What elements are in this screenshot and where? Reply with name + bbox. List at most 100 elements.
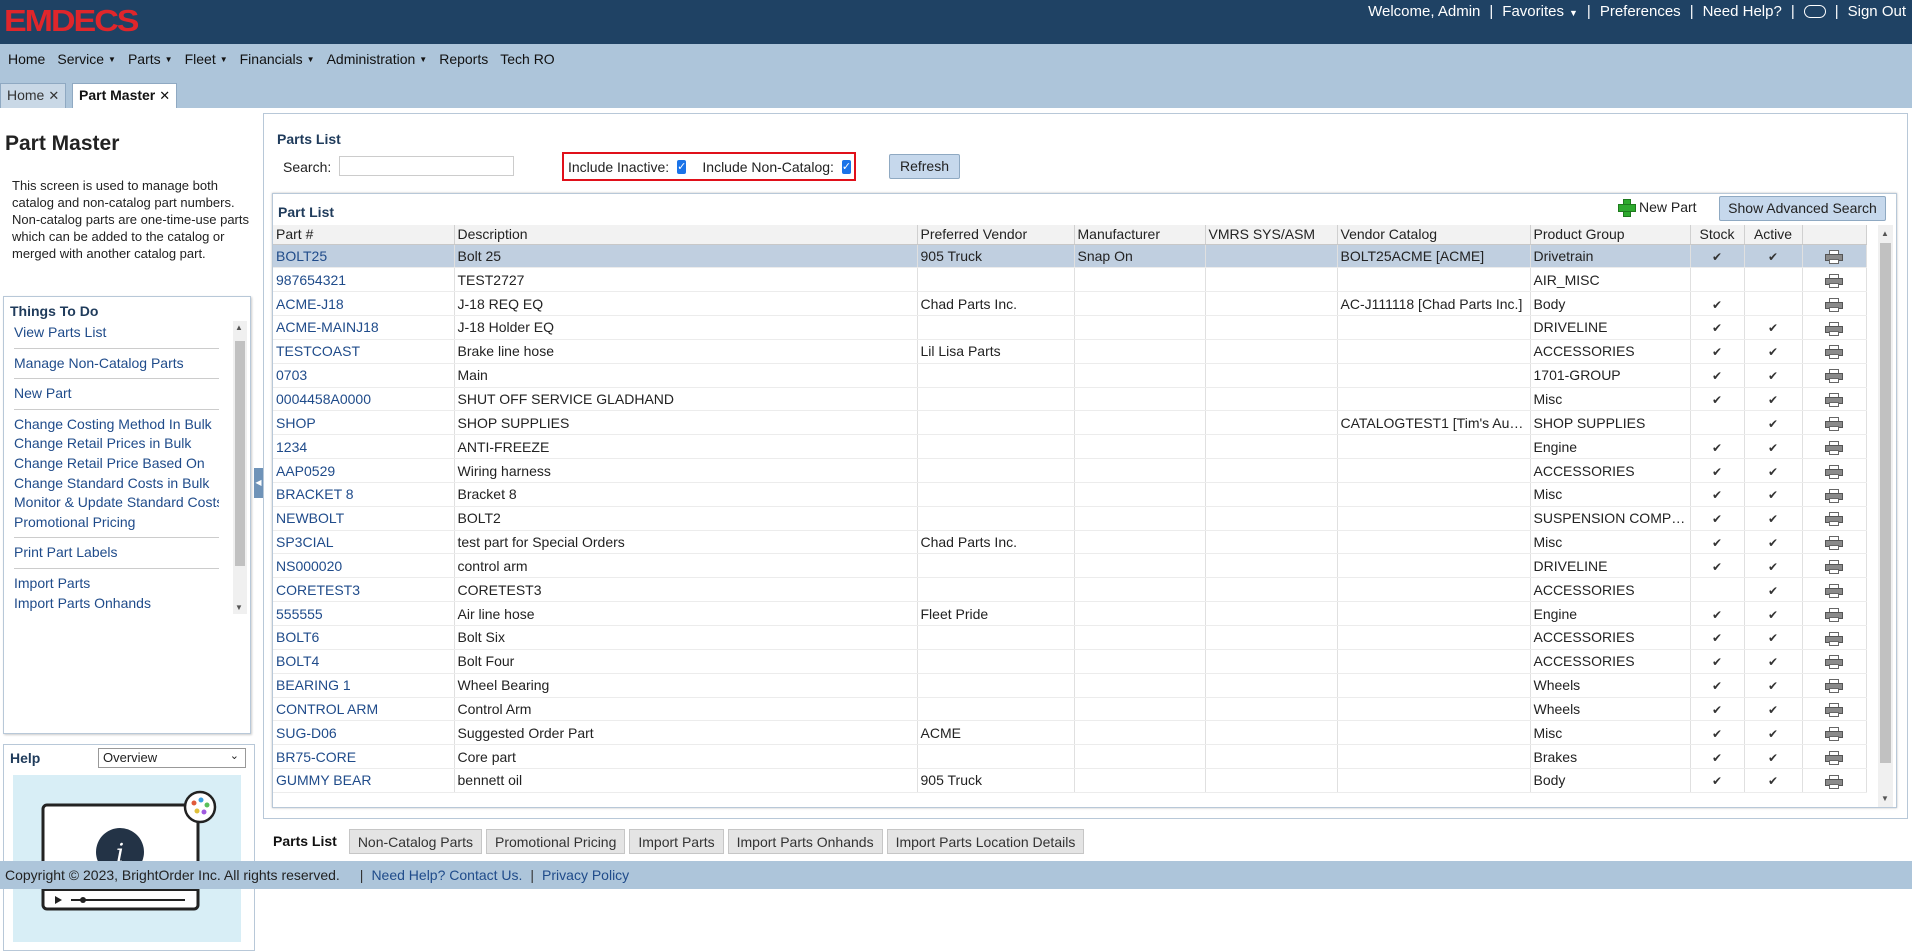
need-help-link[interactable]: Need Help? [1703, 3, 1782, 20]
table-row[interactable]: BEARING 1 Wheel Bearing Wheels ✔ ✔ [273, 673, 1867, 698]
scroll-down-icon[interactable]: ▼ [1881, 794, 1889, 803]
tab-promotional-pricing[interactable]: Promotional Pricing [485, 829, 626, 854]
printer-icon[interactable] [1825, 750, 1843, 765]
table-row[interactable]: CONTROL ARM Control Arm Wheels ✔ ✔ [273, 697, 1867, 722]
things-to-do-scrollbar[interactable]: ▲ ▼ [233, 321, 247, 614]
printer-icon[interactable] [1825, 273, 1843, 288]
part-number-link[interactable]: 0703 [273, 363, 455, 388]
table-row[interactable]: BOLT4 Bolt Four ACCESSORIES ✔ ✔ [273, 649, 1867, 674]
close-icon[interactable]: ✕ [48, 88, 59, 103]
scroll-thumb[interactable] [235, 341, 245, 566]
part-number-link[interactable]: BOLT25 [273, 244, 455, 269]
printer-icon[interactable] [1825, 560, 1843, 575]
task-link-import-parts-onhands[interactable]: Import Parts Onhands [14, 594, 219, 612]
scroll-up-icon[interactable]: ▲ [235, 323, 243, 332]
task-link-new-part[interactable]: New Part [14, 384, 219, 404]
preferences-link[interactable]: Preferences [1600, 3, 1681, 20]
contact-link[interactable]: Need Help? Contact Us. [371, 867, 522, 883]
grid-scrollbar[interactable]: ▲ ▼ [1878, 225, 1893, 807]
tab-parts-list[interactable]: Parts List [265, 829, 345, 854]
printer-icon[interactable] [1825, 464, 1843, 479]
column-header-part[interactable]: Part # [273, 225, 455, 245]
part-number-link[interactable]: GUMMY BEAR [273, 768, 455, 793]
scroll-up-icon[interactable]: ▲ [1881, 229, 1889, 238]
part-number-link[interactable]: CONTROL ARM [273, 697, 455, 722]
part-number-link[interactable]: NEWBOLT [273, 506, 455, 531]
sign-out-link[interactable]: Sign Out [1848, 3, 1906, 20]
menu-service[interactable]: Service ▼ [57, 51, 116, 67]
table-row[interactable]: CORETEST3 CORETEST3 ACCESSORIES ✔ [273, 577, 1867, 603]
printer-icon[interactable] [1825, 440, 1843, 455]
part-number-link[interactable]: AAP0529 [273, 458, 455, 483]
printer-icon[interactable] [1825, 345, 1843, 360]
column-header-print[interactable] [1802, 225, 1867, 245]
part-number-link[interactable]: 1234 [273, 434, 455, 460]
task-link-change-costing-method-in-bulk[interactable]: Change Costing Method In Bulk [14, 415, 219, 435]
menu-fleet[interactable]: Fleet ▼ [185, 51, 228, 67]
table-row[interactable]: BRACKET 8 Bracket 8 Misc ✔ ✔ [273, 482, 1867, 507]
part-number-link[interactable]: BEARING 1 [273, 673, 455, 698]
part-number-link[interactable]: SUG-D06 [273, 720, 455, 746]
show-advanced-search-button[interactable]: Show Advanced Search [1719, 196, 1886, 221]
close-icon[interactable]: ✕ [159, 88, 170, 103]
collapse-panel-handle[interactable]: ◀ [254, 468, 263, 498]
printer-icon[interactable] [1825, 726, 1843, 741]
refresh-button[interactable]: Refresh [889, 154, 960, 179]
part-number-link[interactable]: BR75-CORE [273, 744, 455, 770]
task-link-change-retail-prices-in-bulk[interactable]: Change Retail Prices in Bulk [14, 434, 219, 454]
search-input[interactable] [339, 156, 514, 176]
printer-icon[interactable] [1825, 703, 1843, 718]
favorites-menu[interactable]: Favorites ▼ [1502, 3, 1578, 20]
printer-icon[interactable] [1825, 512, 1843, 527]
printer-icon[interactable] [1825, 250, 1843, 265]
tab-non-catalog-parts[interactable]: Non-Catalog Parts [348, 829, 482, 854]
part-number-link[interactable]: ACME-J18 [273, 291, 455, 317]
menu-parts[interactable]: Parts ▼ [128, 51, 173, 67]
column-header-vmrs-sys-asm[interactable]: VMRS SYS/ASM [1205, 225, 1338, 245]
privacy-link[interactable]: Privacy Policy [542, 867, 629, 883]
table-row[interactable]: SHOP SHOP SUPPLIES CATALOGTEST1 [Tim's Aut… [273, 410, 1867, 436]
table-row[interactable]: ACME-J18 J-18 REQ EQ Chad Parts Inc. AC-J11… [273, 291, 1867, 317]
tab-home[interactable]: Home ✕ [0, 83, 67, 108]
table-row[interactable]: BOLT25 Bolt 25 905 Truck Snap On BOLT25ACME … [273, 244, 1867, 269]
printer-icon[interactable] [1825, 488, 1843, 503]
part-number-link[interactable]: 0004458A0000 [273, 387, 455, 412]
printer-icon[interactable] [1825, 774, 1843, 789]
menu-reports[interactable]: Reports [439, 51, 488, 67]
help-topic-select[interactable]: Overview ⌄ [98, 748, 246, 768]
task-link-monitor-update-standard-costs[interactable]: Monitor & Update Standard Costs [14, 493, 219, 513]
table-row[interactable]: GUMMY BEAR bennett oil 905 Truck Body ✔ ✔ [273, 768, 1867, 793]
table-row[interactable]: SP3CIAL test part for Special Orders Chad … [273, 530, 1867, 555]
printer-icon[interactable] [1825, 631, 1843, 646]
column-header-stock[interactable]: Stock [1690, 225, 1745, 245]
column-header-preferred-vendor[interactable]: Preferred Vendor [917, 225, 1075, 245]
printer-icon[interactable] [1825, 607, 1843, 622]
tab-import-parts-onhands[interactable]: Import Parts Onhands [727, 829, 883, 854]
menu-administration[interactable]: Administration ▼ [327, 51, 428, 67]
table-row[interactable]: TESTCOAST Brake line hose Lil Lisa Parts AC… [273, 339, 1867, 364]
printer-icon[interactable] [1825, 297, 1843, 312]
part-number-link[interactable]: CORETEST3 [273, 577, 455, 603]
task-link-view-parts-list[interactable]: View Parts List [14, 323, 219, 343]
printer-icon[interactable] [1825, 321, 1843, 336]
table-row[interactable]: SUG-D06 Suggested Order Part ACME Misc ✔ ✔ [273, 720, 1867, 746]
printer-icon[interactable] [1825, 416, 1843, 431]
task-link-promotional-pricing[interactable]: Promotional Pricing [14, 513, 219, 533]
task-link-change-retail-price-based-on[interactable]: Change Retail Price Based On [14, 454, 219, 474]
printer-icon[interactable] [1825, 369, 1843, 384]
part-number-link[interactable]: BOLT4 [273, 649, 455, 674]
help-video-thumbnail[interactable]: i [13, 775, 241, 942]
include-noncatalog-checkbox[interactable]: ✓ [841, 159, 852, 174]
table-row[interactable]: AAP0529 Wiring harness ACCESSORIES ✔ ✔ [273, 458, 1867, 483]
task-link-change-standard-costs-in-bulk[interactable]: Change Standard Costs in Bulk [14, 474, 219, 494]
tab-import-parts[interactable]: Import Parts [629, 829, 724, 854]
printer-icon[interactable] [1825, 536, 1843, 551]
table-row[interactable]: ACME-MAINJ18 J-18 Holder EQ DRIVELINE ✔ ✔ [273, 315, 1867, 340]
scroll-down-icon[interactable]: ▼ [235, 603, 243, 612]
table-row[interactable]: 0004458A0000 SHUT OFF SERVICE GLADHAND Mis… [273, 387, 1867, 412]
part-number-link[interactable]: 555555 [273, 601, 455, 626]
part-number-link[interactable]: BOLT6 [273, 625, 455, 650]
scroll-thumb[interactable] [1880, 243, 1891, 763]
printer-icon[interactable] [1825, 583, 1843, 598]
table-row[interactable]: 0703 Main 1701-GROUP ✔ ✔ [273, 363, 1867, 388]
